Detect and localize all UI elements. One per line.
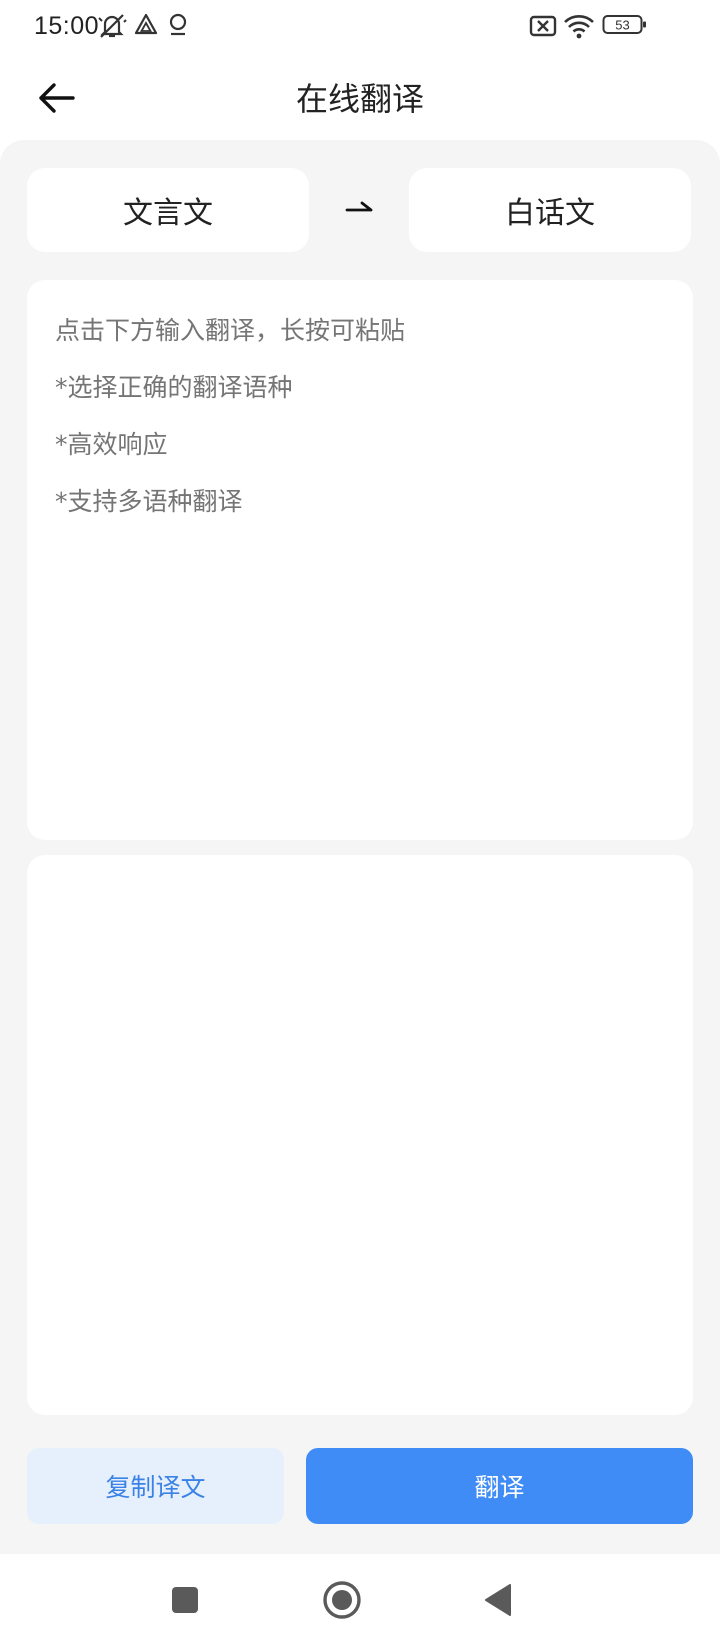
- back-icon: [483, 1583, 513, 1621]
- status-bar: 15:00 53: [0, 0, 720, 54]
- app-bar: 在线翻译: [0, 54, 720, 140]
- wifi-icon: [563, 12, 595, 44]
- location-icon: [167, 12, 189, 44]
- muted-bell-icon: [97, 12, 127, 44]
- battery-icon: 53: [602, 13, 648, 41]
- target-language-selector[interactable]: 白话文: [409, 168, 691, 252]
- swap-arrow-icon: [344, 198, 374, 222]
- copy-translation-button[interactable]: 复制译文: [27, 1448, 284, 1524]
- recent-apps-button[interactable]: [159, 1576, 211, 1628]
- input-card: [27, 280, 693, 840]
- home-button[interactable]: [316, 1576, 368, 1628]
- battery-level: 53: [615, 18, 629, 33]
- translation-output: [27, 855, 693, 1415]
- page-title: 在线翻译: [295, 80, 424, 118]
- status-time: 15:00: [34, 12, 100, 40]
- no-sim-icon: [528, 12, 558, 44]
- drive-icon: [134, 12, 158, 42]
- translate-button[interactable]: 翻译: [306, 1448, 693, 1524]
- swap-language-button[interactable]: [337, 190, 381, 230]
- home-icon: [322, 1580, 362, 1624]
- source-language-selector[interactable]: 文言文: [27, 168, 309, 252]
- recent-apps-icon: [170, 1585, 200, 1619]
- system-nav-bar: [0, 1554, 720, 1650]
- content-area: 文言文 白话文 复制译文 翻译: [0, 140, 720, 1554]
- system-back-button[interactable]: [472, 1576, 524, 1628]
- translation-input[interactable]: [27, 280, 693, 840]
